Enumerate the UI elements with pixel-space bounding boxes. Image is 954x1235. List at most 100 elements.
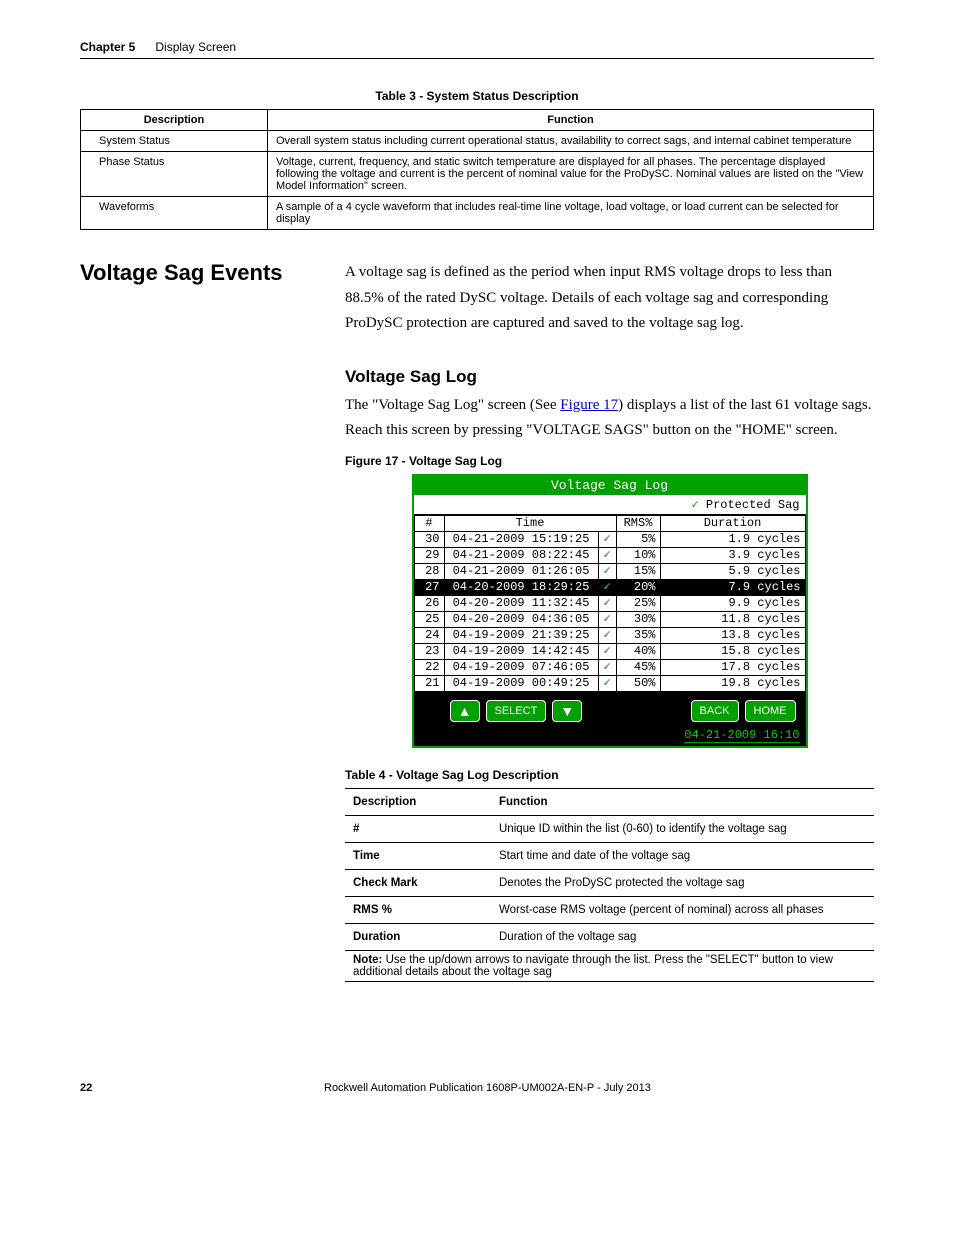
chapter-label: Chapter 5	[80, 40, 135, 54]
table3-head-desc: Description	[81, 110, 268, 131]
table3-desc: Waveforms	[81, 197, 268, 230]
row-time: 04-19-2009 14:42:45	[444, 643, 598, 659]
row-time: 04-21-2009 08:22:45	[444, 547, 598, 563]
device-row[interactable]: 2904-21-2009 08:22:45✓10%3.9 cycles	[414, 547, 805, 563]
table-row: DurationDuration of the voltage sag	[345, 923, 874, 950]
figure17-caption: Figure 17 - Voltage Sag Log	[345, 454, 874, 468]
back-button[interactable]: BACK	[691, 700, 739, 722]
page-header: Chapter 5 Display Screen	[80, 40, 874, 59]
device-head-time: Time	[444, 515, 616, 531]
table3: Description Function System StatusOveral…	[80, 109, 874, 230]
device-title: Voltage Sag Log	[414, 476, 806, 495]
device-row[interactable]: 2404-19-2009 21:39:25✓35%13.8 cycles	[414, 627, 805, 643]
table-row: WaveformsA sample of a 4 cycle waveform …	[81, 197, 874, 230]
device-buttons: ▲ SELECT ▼ BACK HOME	[414, 692, 806, 726]
device-row[interactable]: 3004-21-2009 15:19:25✓5%1.9 cycles	[414, 531, 805, 547]
table3-desc: Phase Status	[81, 152, 268, 197]
section-para2: The "Voltage Sag Log" screen (See Figure…	[345, 393, 874, 444]
row-duration: 19.8 cycles	[660, 675, 805, 691]
device-row[interactable]: 2104-19-2009 00:49:25✓50%19.8 cycles	[414, 675, 805, 691]
device-row[interactable]: 2704-20-2009 18:29:25✓20%7.9 cycles	[414, 579, 805, 595]
check-icon: ✓	[598, 643, 616, 659]
home-button[interactable]: HOME	[745, 700, 796, 722]
check-icon: ✓	[598, 531, 616, 547]
device-head-dur: Duration	[660, 515, 805, 531]
device-table: # Time RMS% Duration 3004-21-2009 15:19:…	[414, 515, 806, 692]
table4-func: Unique ID within the list (0-60) to iden…	[491, 815, 874, 842]
row-num: 24	[414, 627, 444, 643]
legend-text: Protected Sag	[706, 498, 800, 512]
device-row[interactable]: 2604-20-2009 11:32:45✓25%9.9 cycles	[414, 595, 805, 611]
table3-desc: System Status	[81, 131, 268, 152]
table-row: #Unique ID within the list (0-60) to ide…	[345, 815, 874, 842]
device-clock: 04-21-2009 16:10	[684, 728, 799, 743]
table4-head-func: Function	[491, 788, 874, 815]
row-rms: 30%	[616, 611, 660, 627]
table4-desc: Time	[345, 842, 491, 869]
row-num: 30	[414, 531, 444, 547]
row-num: 26	[414, 595, 444, 611]
figure-17-link[interactable]: Figure 17	[560, 397, 618, 413]
row-duration: 11.8 cycles	[660, 611, 805, 627]
device-head-num: #	[414, 515, 444, 531]
row-rms: 40%	[616, 643, 660, 659]
table4-func: Denotes the ProDySC protected the voltag…	[491, 869, 874, 896]
row-duration: 13.8 cycles	[660, 627, 805, 643]
row-time: 04-20-2009 18:29:25	[444, 579, 598, 595]
table4-desc: RMS %	[345, 896, 491, 923]
check-icon: ✓	[598, 611, 616, 627]
up-button[interactable]: ▲	[450, 700, 480, 722]
section-subtitle: Voltage Sag Log	[345, 367, 874, 387]
table3-func: Overall system status including current …	[268, 131, 874, 152]
check-icon: ✓	[598, 563, 616, 579]
row-rms: 35%	[616, 627, 660, 643]
row-rms: 20%	[616, 579, 660, 595]
publication-info: Rockwell Automation Publication 1608P-UM…	[324, 1082, 651, 1094]
row-duration: 15.8 cycles	[660, 643, 805, 659]
row-time: 04-20-2009 11:32:45	[444, 595, 598, 611]
table-row: System StatusOverall system status inclu…	[81, 131, 874, 152]
row-rms: 5%	[616, 531, 660, 547]
row-duration: 9.9 cycles	[660, 595, 805, 611]
table-row: Check MarkDenotes the ProDySC protected …	[345, 869, 874, 896]
section-title: Voltage Sag Events	[80, 260, 345, 286]
device-row[interactable]: 2804-21-2009 01:26:05✓15%5.9 cycles	[414, 563, 805, 579]
row-time: 04-19-2009 21:39:25	[444, 627, 598, 643]
table4-head-desc: Description	[345, 788, 491, 815]
row-time: 04-19-2009 00:49:25	[444, 675, 598, 691]
down-button[interactable]: ▼	[552, 700, 582, 722]
check-icon: ✓	[598, 579, 616, 595]
check-icon: ✓	[598, 675, 616, 691]
row-num: 25	[414, 611, 444, 627]
table4-func: Worst-case RMS voltage (percent of nomin…	[491, 896, 874, 923]
device-footer: 04-21-2009 16:10	[414, 726, 806, 746]
table4-caption: Table 4 - Voltage Sag Log Description	[345, 768, 874, 782]
device-row[interactable]: 2304-19-2009 14:42:45✓40%15.8 cycles	[414, 643, 805, 659]
row-rms: 45%	[616, 659, 660, 675]
row-num: 28	[414, 563, 444, 579]
table4-desc: #	[345, 815, 491, 842]
device-legend: ✓ Protected Sag	[414, 495, 806, 515]
page-number: 22	[80, 1082, 324, 1094]
device-row[interactable]: 2504-20-2009 04:36:05✓30%11.8 cycles	[414, 611, 805, 627]
check-icon: ✓	[598, 595, 616, 611]
table3-func: Voltage, current, frequency, and static …	[268, 152, 874, 197]
row-rms: 50%	[616, 675, 660, 691]
select-button[interactable]: SELECT	[486, 700, 547, 722]
voltage-sag-log-screen: Voltage Sag Log ✓ Protected Sag # Time R…	[412, 474, 808, 748]
row-rms: 25%	[616, 595, 660, 611]
table4-note-row: Note: Use the up/down arrows to navigate…	[345, 950, 874, 981]
table3-head-func: Function	[268, 110, 874, 131]
device-row[interactable]: 2204-19-2009 07:46:05✓45%17.8 cycles	[414, 659, 805, 675]
table3-func: A sample of a 4 cycle waveform that incl…	[268, 197, 874, 230]
row-num: 22	[414, 659, 444, 675]
row-num: 21	[414, 675, 444, 691]
row-time: 04-21-2009 01:26:05	[444, 563, 598, 579]
row-duration: 1.9 cycles	[660, 531, 805, 547]
check-icon: ✓	[598, 659, 616, 675]
row-duration: 5.9 cycles	[660, 563, 805, 579]
check-icon: ✓	[598, 627, 616, 643]
table-row: RMS %Worst-case RMS voltage (percent of …	[345, 896, 874, 923]
chapter-title: Display Screen	[155, 40, 236, 54]
row-time: 04-19-2009 07:46:05	[444, 659, 598, 675]
